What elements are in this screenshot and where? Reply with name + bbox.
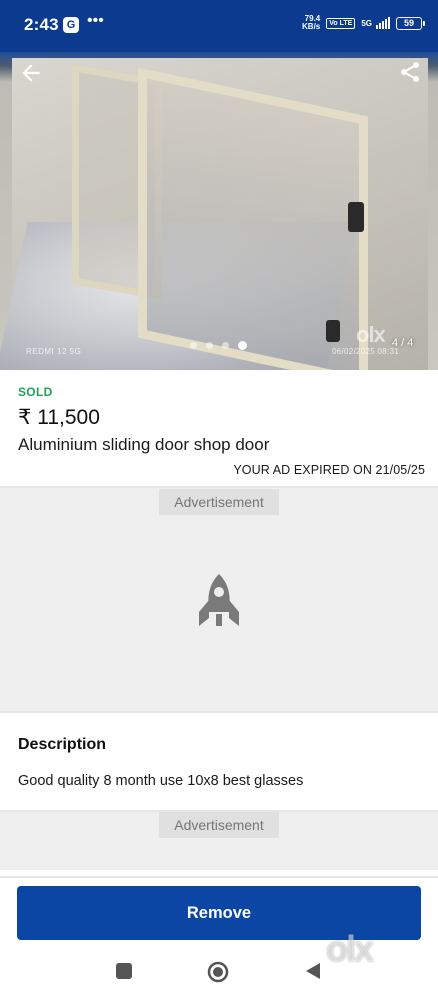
olx-logo-watermark: olx xyxy=(326,928,374,969)
google-notification-icon: G xyxy=(63,17,79,33)
gallery-dot[interactable] xyxy=(190,342,197,349)
gallery-dot[interactable] xyxy=(206,342,213,349)
ad-expiry-notice: YOUR AD EXPIRED ON 21/05/25 xyxy=(233,463,425,477)
volte-icon: Vo LTE xyxy=(326,17,356,29)
signal-icon xyxy=(376,17,390,29)
olx-image-watermark: olx xyxy=(356,322,386,347)
gallery-dot-active[interactable] xyxy=(238,341,247,350)
home-icon[interactable] xyxy=(207,961,229,983)
listing-title: Aluminium sliding door shop door xyxy=(18,435,270,454)
photo-door-handle-lower xyxy=(326,320,340,342)
network-speed-unit: KB/s xyxy=(302,22,321,31)
recent-apps-icon[interactable] xyxy=(116,963,132,979)
advertisement-label: Advertisement xyxy=(159,812,279,838)
camera-watermark: REDMI 12 5G xyxy=(26,347,82,356)
sold-status: SOLD xyxy=(18,385,53,399)
image-counter: 4 / 4 xyxy=(392,337,414,349)
advertisement-label: Advertisement xyxy=(159,489,279,515)
share-icon[interactable] xyxy=(398,60,422,84)
gallery-dot[interactable] xyxy=(222,342,229,349)
more-notifications-icon: ••• xyxy=(87,12,104,29)
battery-icon: 59 xyxy=(396,16,425,30)
network-speed: 79.4 KB/s xyxy=(302,15,320,31)
back-arrow-icon[interactable] xyxy=(18,60,44,86)
gallery-pagination xyxy=(190,341,247,350)
photo-door-handle xyxy=(348,202,364,232)
photo-timestamp-watermark: 06/02/2025 08:31 xyxy=(332,347,400,356)
nav-back-icon[interactable] xyxy=(304,961,322,981)
status-indicators: 79.4 KB/s Vo LTE 5G 59 xyxy=(302,15,425,31)
rocket-icon xyxy=(199,574,239,626)
network-type: 5G xyxy=(361,18,372,28)
divider xyxy=(0,711,438,713)
description-heading: Description xyxy=(18,736,107,753)
divider xyxy=(0,876,438,878)
status-time: 2:43 xyxy=(24,15,59,34)
listing-price: ₹ 11,500 xyxy=(18,406,100,429)
status-bar: 2:43 G ••• 79.4 KB/s Vo LTE 5G 59 xyxy=(0,0,438,52)
description-text: Good quality 8 month use 10x8 best glass… xyxy=(18,773,304,789)
